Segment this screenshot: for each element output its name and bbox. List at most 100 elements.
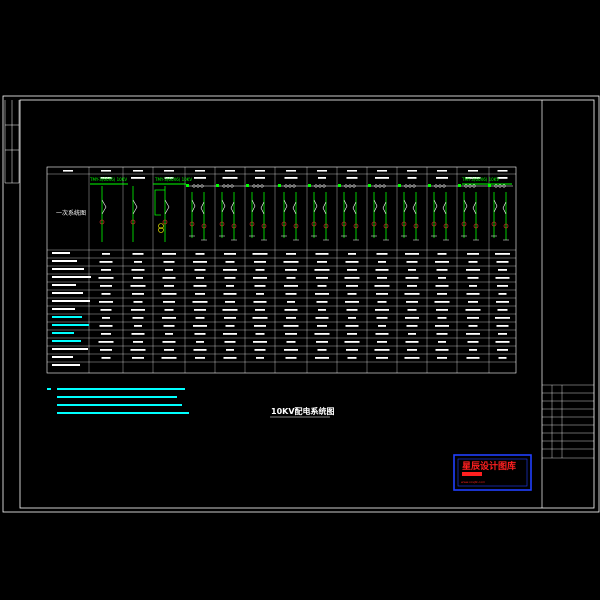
cell-mark: [346, 285, 358, 287]
cell-mark: [193, 349, 207, 351]
cell-mark: [376, 357, 388, 359]
cell-mark: [377, 301, 387, 303]
cell-mark: [225, 325, 235, 327]
header-mark: [133, 170, 143, 172]
cell-mark: [99, 325, 113, 327]
cell-mark: [495, 341, 510, 343]
cell-mark: [497, 309, 508, 311]
cell-mark: [162, 253, 176, 255]
cell-mark: [378, 261, 386, 263]
cell-mark: [255, 333, 265, 335]
feeder-cubicle: [246, 184, 267, 241]
title-block: [542, 384, 594, 459]
feeder-cubicle: [308, 184, 329, 241]
cell-mark: [254, 349, 266, 351]
cell-mark: [315, 293, 329, 295]
cell-mark: [468, 261, 478, 263]
cell-mark: [405, 341, 419, 343]
bus-label-3: TMY-3(60X6) 10KV: [461, 177, 499, 182]
feeder-cubicle: [186, 184, 207, 241]
cell-mark: [162, 317, 176, 319]
cell-mark: [131, 269, 145, 271]
cell-mark: [436, 309, 448, 311]
cell-mark: [469, 349, 477, 351]
header-mark: [164, 170, 174, 172]
feeder-cubicle: [216, 184, 237, 241]
cell-mark: [226, 285, 234, 287]
cell-mark: [346, 177, 358, 179]
cell-mark: [435, 325, 449, 327]
cell-mark: [195, 317, 205, 319]
cell-mark: [314, 333, 330, 335]
outer-border: [2, 95, 600, 513]
cell-mark: [132, 357, 144, 359]
cell-mark: [467, 277, 479, 279]
cell-mark: [347, 357, 357, 359]
header-mark: [468, 170, 478, 172]
cell-mark: [377, 277, 387, 279]
cell-mark: [100, 349, 112, 351]
cell-mark: [346, 309, 358, 311]
notes-block: [47, 388, 189, 414]
cell-mark: [256, 357, 264, 359]
cell-mark: [284, 285, 298, 287]
cell-mark: [254, 285, 266, 287]
cell-mark: [253, 277, 267, 279]
cell-mark: [163, 325, 175, 327]
cell-mark: [131, 309, 145, 311]
cell-mark: [133, 277, 143, 279]
cell-mark: [466, 293, 480, 295]
feeder-cubicle: [278, 184, 299, 241]
cell-mark: [407, 285, 417, 287]
feeder-circuits: [99, 184, 509, 242]
cell-mark: [317, 325, 327, 327]
left-stub: [4, 100, 20, 184]
cell-mark: [286, 317, 296, 319]
cell-mark: [436, 333, 448, 335]
header-mark: [286, 170, 296, 172]
cell-mark: [346, 349, 358, 351]
header-mark: [63, 170, 73, 172]
cell-mark: [496, 325, 509, 327]
cell-mark: [164, 349, 174, 351]
cell-mark: [286, 277, 296, 279]
cell-mark: [344, 277, 360, 279]
cell-mark: [252, 253, 268, 255]
cell-mark: [437, 293, 447, 295]
pt-cubicle: [154, 186, 170, 242]
cell-mark: [467, 341, 479, 343]
cell-mark: [406, 301, 418, 303]
cell-mark: [375, 269, 389, 271]
cell-mark: [468, 325, 478, 327]
cell-mark: [497, 285, 508, 287]
drawing-title: 10KV配电系统图: [271, 406, 335, 416]
cell-mark: [469, 285, 477, 287]
cell-mark: [196, 277, 204, 279]
stamp-title: 星辰设计图库: [462, 460, 516, 472]
stamp-subtitle: www.xcsjtk.com: [461, 480, 485, 484]
cell-mark: [284, 309, 298, 311]
cell-mark: [406, 325, 418, 327]
cell-mark: [100, 285, 112, 287]
cell-mark: [194, 269, 206, 271]
cell-mark: [496, 261, 509, 263]
cell-mark: [316, 341, 328, 343]
cell-mark: [130, 349, 146, 351]
cad-drawing-canvas: 一次系统图 TMY-3(60X6) 10KV TMY-3(60X6) 10KV …: [2, 95, 600, 513]
cell-mark: [495, 277, 510, 279]
cell-mark: [286, 341, 296, 343]
cell-mark: [495, 317, 510, 319]
cell-mark: [467, 253, 479, 255]
cell-mark: [404, 357, 420, 359]
header-mark: [377, 170, 387, 172]
row-label-mark: [52, 332, 74, 334]
cell-mark: [101, 269, 111, 271]
cell-mark: [285, 333, 297, 335]
cell-mark: [498, 293, 507, 295]
cell-mark: [434, 301, 450, 303]
cell-mark: [347, 333, 357, 335]
cell-mark: [437, 317, 447, 319]
cell-mark: [497, 349, 508, 351]
cell-mark: [345, 301, 359, 303]
cell-mark: [195, 293, 205, 295]
